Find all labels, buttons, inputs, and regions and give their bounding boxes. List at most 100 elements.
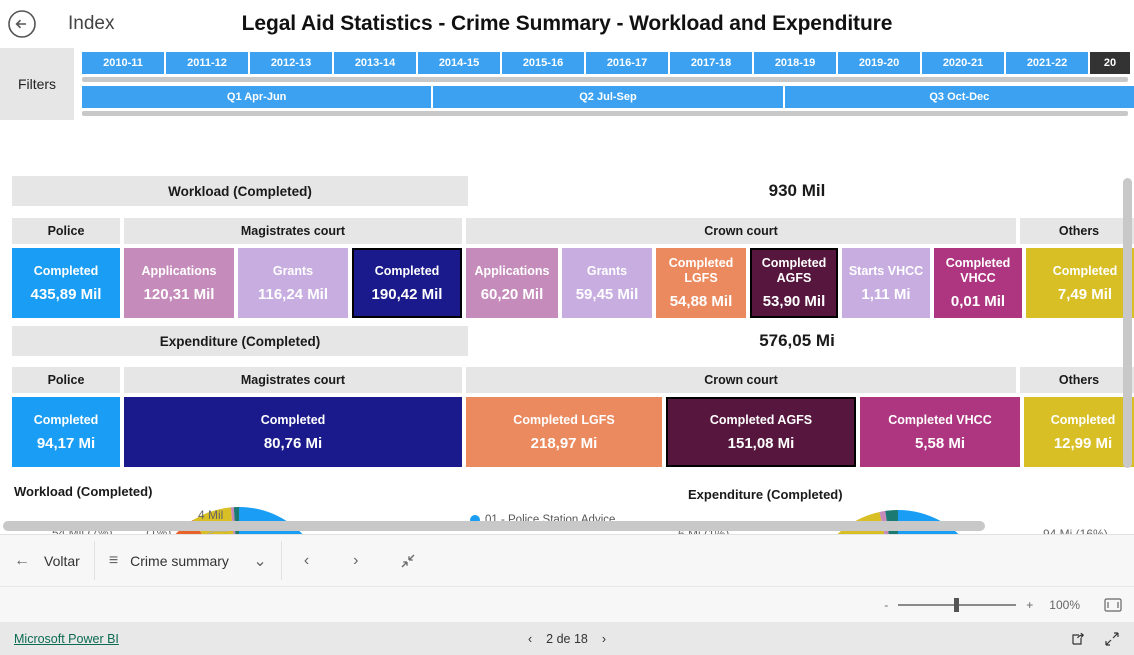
prev-page-button[interactable]: ‹ [282,535,331,586]
year-filter-2012-13[interactable]: 2012-13 [250,52,332,74]
year-filter-2020-21[interactable]: 2020-21 [922,52,1004,74]
year-filter-2016-17[interactable]: 2016-17 [586,52,668,74]
powerbi-brand-link[interactable]: Microsoft Power BI [14,632,119,646]
expenditure-total-value: 576,05 Mi [472,326,1122,356]
page-indicator: 2 de 18 [546,632,588,646]
workload-group-header-crown-court: Crown court [466,218,1016,244]
pages-list-icon: ≡ [108,551,119,569]
tile-value: 190,42 Mil [371,285,443,303]
workload-tile[interactable]: Completed AGFS 53,90 Mil [750,248,838,318]
fit-to-page-icon[interactable] [1104,597,1122,612]
tile-value: 54,88 Mil [669,293,733,310]
workload-tile[interactable]: Applications 120,31 Mil [124,248,234,318]
workload-tile[interactable]: Grants 116,24 Mil [238,248,348,318]
workload-tile[interactable]: Starts VHCC 1,11 Mi [842,248,930,318]
report-toolbar: ← Voltar ≡ Crime summary ⌄ ‹ › [0,534,1134,586]
workload-tile[interactable]: Grants 59,45 Mil [562,248,652,318]
year-filter-2017-18[interactable]: 2017-18 [670,52,752,74]
footer-pager: ‹ 2 de 18 › [0,632,1134,646]
next-page-button[interactable]: › [331,535,380,586]
workload-group-headers: Police Magistrates court Crown court Others [12,218,1134,244]
tile-label: Completed AGFS [761,256,827,285]
year-filter-2019-20[interactable]: 2019-20 [838,52,920,74]
fullscreen-icon[interactable] [1104,631,1120,647]
tile-label: Completed [374,263,440,278]
tile-value: 120,31 Mil [143,285,215,303]
quarter-slicer-scrollbar[interactable] [82,111,1128,116]
expenditure-group-header-police: Police [12,367,120,393]
expenditure-tile[interactable]: Completed LGFS 218,97 Mi [466,397,662,467]
footer-prev-page[interactable]: ‹ [528,632,532,646]
tile-label: Completed LGFS [513,412,615,427]
index-label[interactable]: Index [68,13,114,35]
expenditure-tile[interactable]: Completed AGFS 151,08 Mi [666,397,856,467]
quarter-slicer[interactable]: Q1 Apr-Jun Q2 Jul-Sep Q3 Oct-Dec [74,86,1134,108]
slicers-area: 2010-11 2011-12 2012-13 2013-14 2014-15 2015-… [74,48,1134,120]
share-icon[interactable] [1070,631,1086,647]
app-header: Index Legal Aid Statistics - Crime Summa… [0,0,1134,48]
chevron-left-icon: ‹ [303,551,310,569]
year-slicer[interactable]: 2010-11 2011-12 2012-13 2013-14 2014-15 2015-… [74,52,1134,74]
quarter-filter-Q1[interactable]: Q1 Apr-Jun [82,86,432,108]
zoom-level-label: 100% [1049,597,1080,612]
year-filter-2014-15[interactable]: 2014-15 [418,52,500,74]
workload-section-title-bar: Workload (Completed) [12,176,468,206]
tile-label: Completed [33,412,99,427]
year-filter-2015-16[interactable]: 2015-16 [502,52,584,74]
tile-label: Starts VHCC [848,263,924,278]
workload-total-value: 930 Mil [472,176,1122,206]
workload-tile[interactable]: Completed 435,89 Mil [12,248,120,318]
workload-tile[interactable]: Completed LGFS 54,88 Mil [656,248,746,318]
expenditure-tile[interactable]: Completed VHCC 5,58 Mi [860,397,1020,467]
report-footer: Microsoft Power BI ‹ 2 de 18 › [0,622,1134,655]
expenditure-tile[interactable]: Completed 12,99 Mi [1024,397,1134,467]
collapse-button[interactable] [380,535,436,586]
chevron-down-icon[interactable]: ⌄ [253,551,266,571]
zoom-slider[interactable] [898,597,1017,612]
workload-tile[interactable]: Completed 7,49 Mil [1026,248,1134,318]
tile-value: 53,90 Mil [762,293,826,310]
canvas-vertical-scrollbar[interactable] [1123,178,1132,468]
back-button[interactable] [0,0,44,48]
expenditure-tile[interactable]: Completed 80,76 Mi [124,397,462,467]
tile-value: 59,45 Mil [575,285,639,303]
expenditure-tile[interactable]: Completed 94,17 Mi [12,397,120,467]
tile-value: 7,49 Mil [1057,285,1113,303]
year-slicer-scrollbar[interactable] [82,77,1128,82]
tile-label: Completed AGFS [709,412,813,427]
year-filter-2018-19[interactable]: 2018-19 [754,52,836,74]
tile-label: Completed VHCC [888,412,992,427]
year-filter-2011-12[interactable]: 2011-12 [166,52,248,74]
year-filter-2010-11[interactable]: 2010-11 [82,52,164,74]
workload-tile[interactable]: Completed VHCC 0,01 Mil [934,248,1022,318]
tile-label: Applications [141,263,217,278]
tile-label: Completed VHCC [945,256,1011,285]
zoom-out-button[interactable]: - [884,598,888,612]
canvas-horizontal-scrollbar[interactable] [3,521,985,531]
zoom-slider-thumb[interactable] [954,597,960,612]
tile-label: Completed [1052,263,1118,278]
legend-item[interactable]: 02 - Magistrates court represe... [470,532,656,534]
tile-label: Grants [586,263,628,278]
back-nav-button[interactable]: ← Voltar [0,535,94,586]
quarter-filter-Q3[interactable]: Q3 Oct-Dec [784,86,1134,108]
year-filter-20[interactable]: 20 [1090,52,1130,74]
quarter-filter-Q2[interactable]: Q2 Jul-Sep [433,86,783,108]
page-selector[interactable]: ≡ Crime summary ⌄ [95,535,281,586]
year-filter-2021-22[interactable]: 2021-22 [1006,52,1088,74]
expenditure-tiles: Completed 94,17 Mi Completed 80,76 Mi Comple… [12,397,1134,467]
tile-label: Completed LGFS [668,256,734,285]
tile-value: 5,58 Mi [914,434,966,452]
tile-value: 0,01 Mil [950,293,1006,310]
expenditure-section-title-bar: Expenditure (Completed) [12,326,468,356]
chevron-right-icon: › [353,551,359,569]
zoom-in-button[interactable]: + [1026,598,1033,612]
footer-next-page[interactable]: › [602,632,606,646]
year-filter-2013-14[interactable]: 2013-14 [334,52,416,74]
workload-tile[interactable]: Applications 60,20 Mil [466,248,558,318]
report-canvas: Filters 2010-11 2011-12 2012-13 2013-14 2014… [0,48,1134,534]
tile-label: Completed [1050,412,1116,427]
tile-label: Completed [260,412,326,427]
tile-value: 60,20 Mil [480,285,544,303]
workload-tile[interactable]: Completed 190,42 Mil [352,248,462,318]
